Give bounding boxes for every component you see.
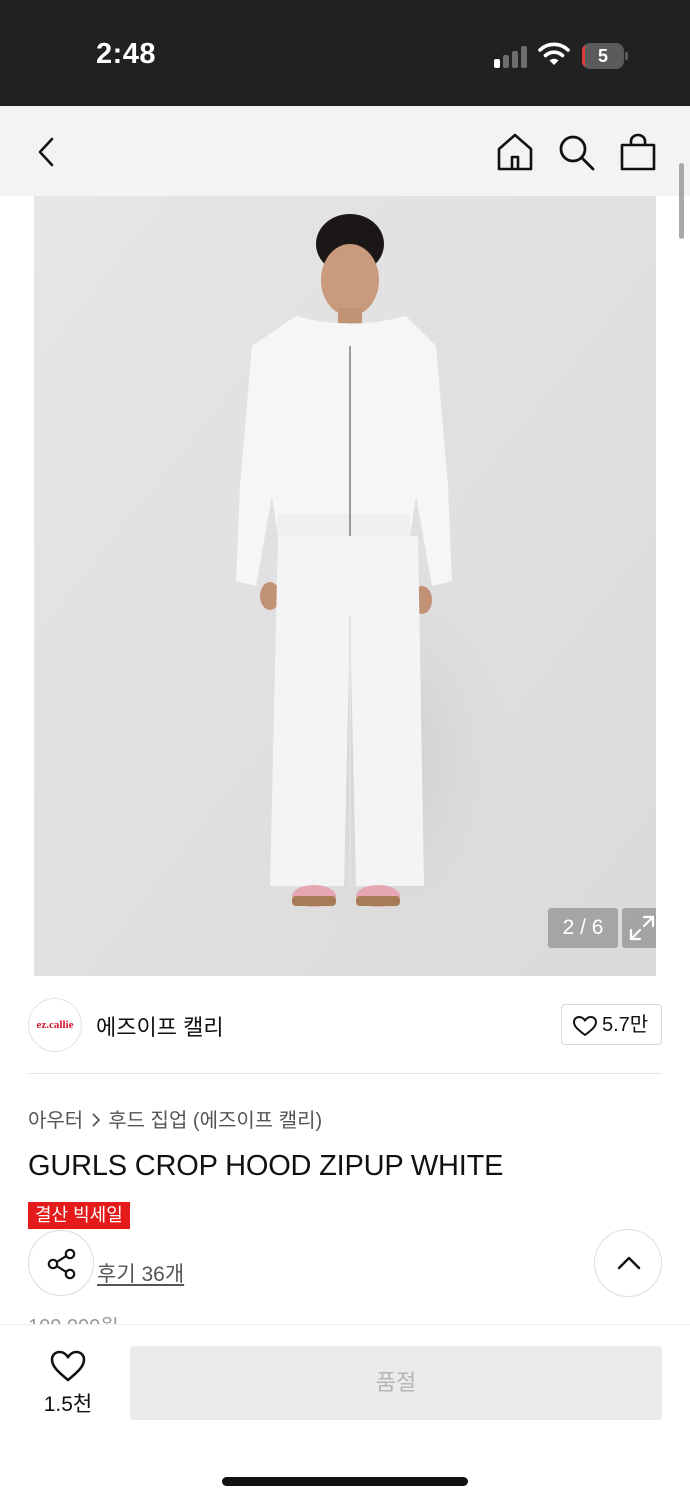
cellular-signal-icon: [494, 44, 530, 68]
breadcrumb-item-category[interactable]: 아우터: [28, 1110, 83, 1132]
nav-header: [0, 106, 690, 196]
brand-like-button[interactable]: 5.7만: [561, 1004, 662, 1045]
battery-level: 5: [597, 46, 608, 66]
brand-logo[interactable]: ez.callie: [28, 998, 82, 1052]
share-icon: [47, 1248, 76, 1280]
brand-like-count: 5.7만: [602, 1014, 649, 1036]
sale-badge: 결산 빅세일: [28, 1202, 130, 1229]
wifi-icon: [538, 42, 570, 65]
review-link[interactable]: 후기 36개: [97, 1258, 184, 1288]
heart-outline-icon: [573, 1016, 597, 1036]
breadcrumb-item-subcategory[interactable]: 후드 집업 (에즈이프 캘리): [108, 1110, 322, 1132]
divider: [28, 1073, 662, 1074]
soldout-button[interactable]: 품절: [130, 1346, 662, 1420]
product-photo: [34, 196, 656, 976]
product-title: GURLS CROP HOOD ZIPUP WHITE: [28, 1150, 504, 1182]
shopping-bag-icon[interactable]: [618, 132, 658, 172]
expand-icon: [629, 915, 655, 941]
page-scrollbar[interactable]: [679, 163, 684, 239]
heart-outline-icon[interactable]: [50, 1350, 86, 1382]
home-indicator[interactable]: [222, 1477, 468, 1486]
status-time: 2:48: [96, 38, 157, 70]
chevron-right-icon: [92, 1113, 101, 1127]
scroll-top-button[interactable]: [594, 1229, 662, 1297]
battery-icon: 5: [582, 43, 628, 69]
search-icon[interactable]: [556, 132, 596, 172]
brand-name[interactable]: 에즈이프 캘리: [96, 1010, 224, 1042]
image-counter: 2 / 6: [548, 908, 618, 948]
expand-image-button[interactable]: [622, 908, 656, 948]
breadcrumb: 아우터 후드 집업 (에즈이프 캘리): [28, 1104, 322, 1133]
status-bar: 2:48 5: [0, 0, 690, 106]
product-like-count: 1.5천: [43, 1393, 93, 1416]
chevron-up-icon: [617, 1256, 641, 1270]
product-image[interactable]: 2 / 6: [34, 196, 656, 976]
share-button[interactable]: [28, 1230, 94, 1296]
home-icon[interactable]: [495, 132, 535, 172]
back-arrow-icon[interactable]: [28, 132, 68, 172]
